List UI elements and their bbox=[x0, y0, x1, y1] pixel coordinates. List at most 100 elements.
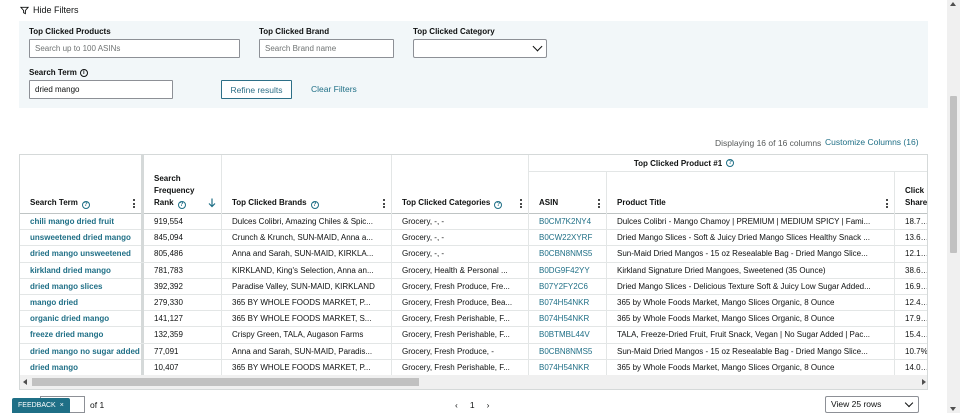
scrollbar-thumb[interactable] bbox=[950, 96, 957, 253]
search-term-link[interactable]: dried mango unsweetened bbox=[20, 246, 144, 263]
horizontal-scrollbar[interactable] bbox=[20, 375, 927, 389]
header-click-share[interactable]: Click Share bbox=[895, 172, 928, 214]
customize-columns-link[interactable]: Customize Columns (16) bbox=[825, 137, 919, 147]
top-clicked-categories-cell: Grocery, Fresh Perishable, F... bbox=[402, 362, 510, 372]
header-title-label: Product Title bbox=[617, 198, 666, 207]
refine-results-button[interactable]: Refine results bbox=[221, 80, 292, 99]
header-categories-label: Top Clicked Categories bbox=[402, 198, 491, 207]
products-input[interactable]: Search up to 100 ASINs bbox=[29, 39, 240, 58]
scroll-up-icon[interactable] bbox=[950, 2, 956, 6]
click-share-cell: 13.65% bbox=[905, 233, 927, 243]
search-term-link[interactable]: organic dried mango bbox=[20, 311, 144, 328]
search-frequency-rank-cell: 392,392 bbox=[154, 281, 183, 291]
feedback-button[interactable]: FEEDBACK × bbox=[12, 398, 70, 413]
asin-link[interactable]: B074H54NKR bbox=[529, 311, 607, 327]
asin-link[interactable]: B0CM7K2NY4 bbox=[529, 214, 607, 230]
info-icon[interactable]: i bbox=[79, 68, 88, 77]
column-menu-icon[interactable] bbox=[886, 199, 888, 208]
asin-link[interactable]: B0DG9F42YY bbox=[529, 263, 607, 279]
clear-filters-link[interactable]: Clear Filters bbox=[311, 84, 357, 94]
chevron-down-icon bbox=[904, 398, 914, 408]
header-asin[interactable]: ASIN bbox=[529, 172, 607, 214]
table-row: unsweetened dried mango 845,094 Crunch & K… bbox=[20, 230, 927, 247]
click-share-cell: 14.05% bbox=[905, 362, 927, 372]
product-title-cell: Dried Mango Slices - Soft & Juicy Dried … bbox=[617, 233, 870, 243]
header-search-frequency-rank[interactable]: Search Frequency Rank? bbox=[144, 155, 222, 214]
help-icon[interactable]: ? bbox=[177, 201, 186, 209]
hide-filters-toggle[interactable]: Hide Filters bbox=[20, 5, 79, 15]
header-product-title[interactable]: Product Title bbox=[607, 172, 895, 214]
table-row: dried mango no sugar added 77,091 Anna and… bbox=[20, 343, 927, 360]
search-term-link[interactable]: freeze dried mango bbox=[20, 327, 144, 344]
product-title-cell: Sun-Maid Dried Mangos - 15 oz Resealable… bbox=[617, 249, 868, 259]
column-menu-icon[interactable] bbox=[133, 199, 135, 208]
search-term-input[interactable]: dried mango bbox=[29, 80, 173, 99]
click-share-cell: 18.77% bbox=[905, 217, 927, 226]
current-page: 1 bbox=[469, 400, 475, 410]
scrollbar-thumb[interactable] bbox=[32, 378, 419, 386]
top-clicked-categories-cell: Grocery, Fresh Perishable, F... bbox=[402, 330, 510, 340]
help-icon[interactable]: ? bbox=[310, 201, 319, 209]
products-label: Top Clicked Products bbox=[29, 27, 111, 36]
header-top-clicked-categories[interactable]: Top Clicked Categories? bbox=[392, 155, 529, 214]
search-term-link[interactable]: dried mango no sugar added bbox=[20, 343, 144, 360]
help-icon[interactable]: ? bbox=[494, 201, 503, 209]
asin-link[interactable]: B074H54NKR bbox=[529, 360, 607, 376]
search-frequency-rank-cell: 132,359 bbox=[154, 330, 183, 340]
search-frequency-rank-cell: 141,127 bbox=[154, 314, 183, 324]
vertical-scrollbar[interactable] bbox=[947, 0, 960, 413]
search-frequency-rank-cell: 10,407 bbox=[154, 362, 179, 372]
top-clicked-brands-cell: 365 BY WHOLE FOODS MARKET, P... bbox=[232, 298, 371, 307]
page: Hide Filters Top Clicked Products Search… bbox=[0, 0, 960, 413]
filter-icon bbox=[20, 6, 29, 14]
filter-panel: Top Clicked Products Search up to 100 AS… bbox=[19, 21, 928, 108]
asin-link[interactable]: B0CW22XYRF bbox=[529, 230, 607, 246]
search-term-link[interactable]: kirkland dried mango bbox=[20, 262, 144, 279]
click-share-cell: 17.98% bbox=[905, 314, 927, 324]
rows-per-page-value: View 25 rows bbox=[831, 399, 882, 409]
column-menu-icon[interactable] bbox=[520, 199, 522, 208]
asin-link[interactable]: B074H54NKR bbox=[529, 295, 607, 311]
column-divider bbox=[528, 214, 529, 375]
search-term-link[interactable]: mango dried bbox=[20, 295, 144, 311]
asin-link[interactable]: B07Y2FY2C6 bbox=[529, 279, 607, 295]
table-row: dried mango unsweetened 805,486 Anna and S… bbox=[20, 246, 927, 263]
search-term-link[interactable]: dried mango bbox=[20, 359, 144, 376]
help-icon[interactable]: ? bbox=[81, 201, 90, 209]
search-term-link[interactable]: dried mango slices bbox=[20, 278, 144, 295]
rows-per-page-select[interactable]: View 25 rows bbox=[825, 396, 919, 413]
asin-link[interactable]: B0CBN8NMS5 bbox=[529, 246, 607, 262]
click-share-cell: 12.41% bbox=[905, 298, 927, 307]
column-menu-icon[interactable] bbox=[598, 199, 600, 208]
category-select[interactable] bbox=[413, 39, 547, 58]
scroll-down-icon[interactable] bbox=[950, 407, 956, 411]
table-row: kirkland dried mango 781,783 KIRKLAND, Kin… bbox=[20, 262, 927, 279]
sort-descending-icon[interactable] bbox=[208, 198, 216, 208]
header-top-clicked-brands[interactable]: Top Clicked Brands? bbox=[222, 155, 392, 214]
top-clicked-categories-cell: Grocery, Fresh Produce, Bea... bbox=[402, 298, 513, 307]
product-title-cell: 365 by Whole Foods Market, Mango Slices … bbox=[617, 362, 835, 372]
search-frequency-rank-cell: 781,783 bbox=[154, 265, 183, 275]
column-divider bbox=[391, 214, 392, 375]
header-search-term[interactable]: Search Term? bbox=[20, 155, 144, 214]
search-frequency-rank-cell: 919,554 bbox=[154, 217, 183, 226]
header-share-label: Click Share bbox=[905, 186, 928, 207]
scroll-right-icon[interactable] bbox=[922, 379, 926, 385]
brand-input[interactable]: Search Brand name bbox=[259, 39, 394, 58]
search-frequency-rank-cell: 77,091 bbox=[154, 346, 179, 356]
column-menu-icon[interactable] bbox=[383, 199, 385, 208]
top-clicked-brands-cell: Crispy Green, TALA, Augason Farms bbox=[232, 330, 364, 340]
top-clicked-brands-cell: KIRKLAND, King's Selection, Anna an... bbox=[232, 265, 374, 275]
asin-link[interactable]: B0CBN8NMS5 bbox=[529, 344, 607, 360]
click-share-cell: 38.63% bbox=[905, 265, 927, 275]
prev-page-button[interactable]: ‹ bbox=[455, 400, 458, 410]
next-page-button[interactable]: › bbox=[487, 400, 490, 410]
table-row: dried mango 10,407 365 BY WHOLE FOODS MARK… bbox=[20, 359, 927, 377]
search-term-link[interactable]: chili mango dried fruit bbox=[20, 214, 144, 230]
top-clicked-brands-cell: Anna and Sarah, SUN-MAID, KIRKLA... bbox=[232, 249, 374, 259]
help-icon[interactable]: ? bbox=[726, 159, 735, 167]
asin-link[interactable]: B0BTMBL44V bbox=[529, 327, 607, 343]
search-term-link[interactable]: unsweetened dried mango bbox=[20, 230, 144, 247]
close-icon[interactable]: × bbox=[60, 402, 64, 409]
scroll-left-icon[interactable] bbox=[23, 379, 27, 385]
